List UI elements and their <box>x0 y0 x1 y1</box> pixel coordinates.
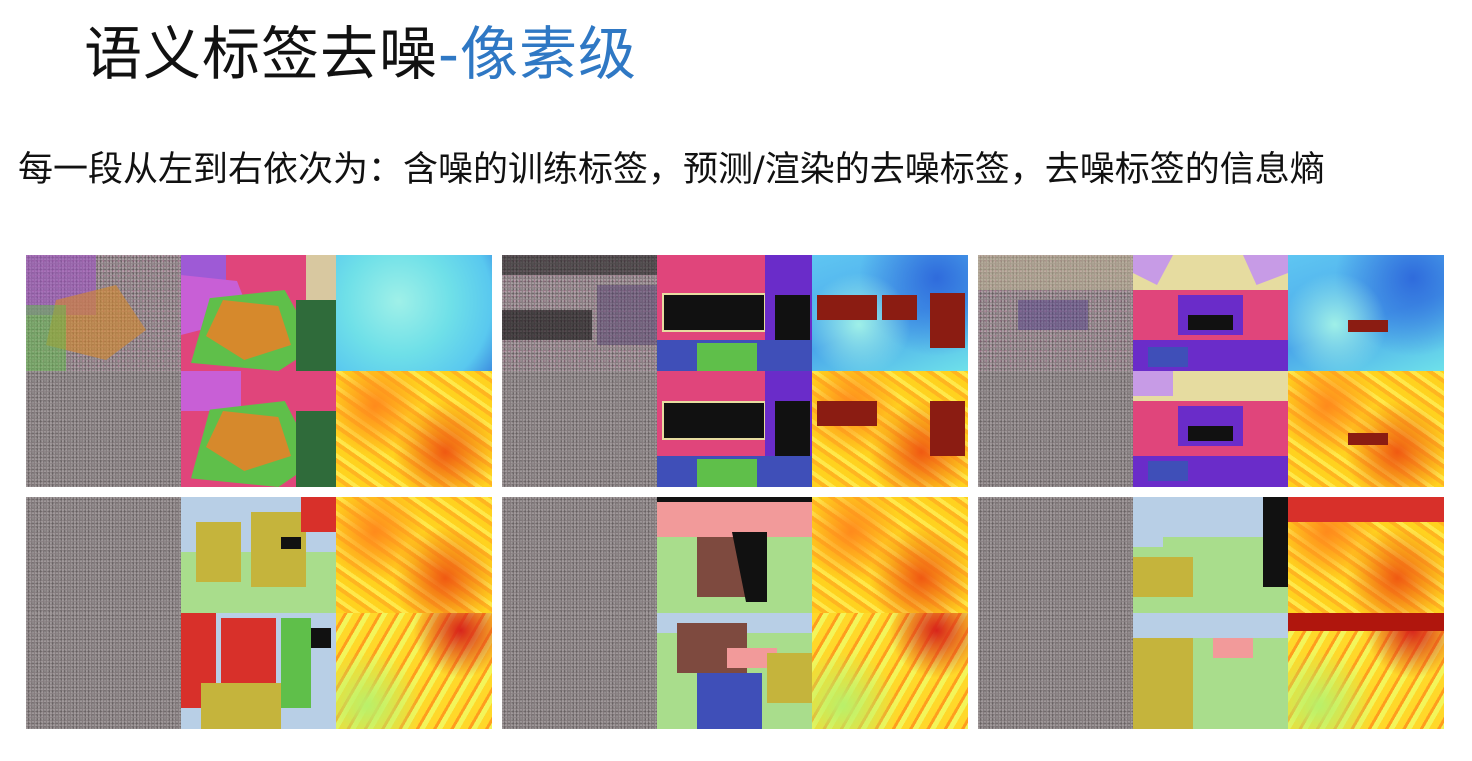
noisy-label-tile-6a <box>978 497 1133 613</box>
noisy-label-tile-4a <box>26 497 181 613</box>
noisy-label-tile-6b <box>978 613 1133 729</box>
denoised-label-tile-6b <box>1133 613 1288 729</box>
noisy-label-tile-3a <box>978 255 1133 371</box>
entropy-tile-4a <box>336 497 492 613</box>
entropy-tile-3a <box>1288 255 1444 371</box>
results-figure <box>26 255 1444 729</box>
result-panel-4 <box>26 497 492 729</box>
result-panel-2 <box>502 255 968 487</box>
result-panel-3 <box>978 255 1444 487</box>
entropy-tile-1b <box>336 371 492 487</box>
entropy-tile-3b <box>1288 371 1444 487</box>
entropy-tile-1a <box>336 255 492 371</box>
denoised-label-tile-4b <box>181 613 336 729</box>
entropy-tile-6a <box>1288 497 1444 613</box>
noisy-label-tile-1a <box>26 255 181 371</box>
result-panel-1 <box>26 255 492 487</box>
denoised-label-tile-5b <box>657 613 812 729</box>
noisy-label-tile-4b <box>26 613 181 729</box>
entropy-tile-5a <box>812 497 968 613</box>
denoised-label-tile-1b <box>181 371 336 487</box>
denoised-label-tile-4a <box>181 497 336 613</box>
title-main: 语义标签去噪 <box>84 20 439 88</box>
noisy-label-tile-1b <box>26 371 181 487</box>
denoised-label-tile-5a <box>657 497 812 613</box>
denoised-label-tile-2a <box>657 255 812 371</box>
title-accent: -像素级 <box>438 20 637 88</box>
noisy-label-tile-3b <box>978 371 1133 487</box>
entropy-tile-4b <box>336 613 492 729</box>
denoised-label-tile-6a <box>1133 497 1288 613</box>
denoised-label-tile-2b <box>657 371 812 487</box>
result-panel-5 <box>502 497 968 729</box>
entropy-tile-5b <box>812 613 968 729</box>
noisy-label-tile-2a <box>502 255 657 371</box>
noisy-label-tile-2b <box>502 371 657 487</box>
result-panel-6 <box>978 497 1444 729</box>
entropy-tile-2b <box>812 371 968 487</box>
entropy-tile-6b <box>1288 613 1444 729</box>
noisy-label-tile-5a <box>502 497 657 613</box>
slide-title: 语义标签去噪-像素级 <box>84 12 637 96</box>
noisy-label-tile-5b <box>502 613 657 729</box>
entropy-tile-2a <box>812 255 968 371</box>
slide-subtitle: 每一段从左到右依次为：含噪的训练标签，预测/渲染的去噪标签，去噪标签的信息熵 <box>18 150 1325 190</box>
denoised-label-tile-1a <box>181 255 336 371</box>
denoised-label-tile-3a <box>1133 255 1288 371</box>
denoised-label-tile-3b <box>1133 371 1288 487</box>
